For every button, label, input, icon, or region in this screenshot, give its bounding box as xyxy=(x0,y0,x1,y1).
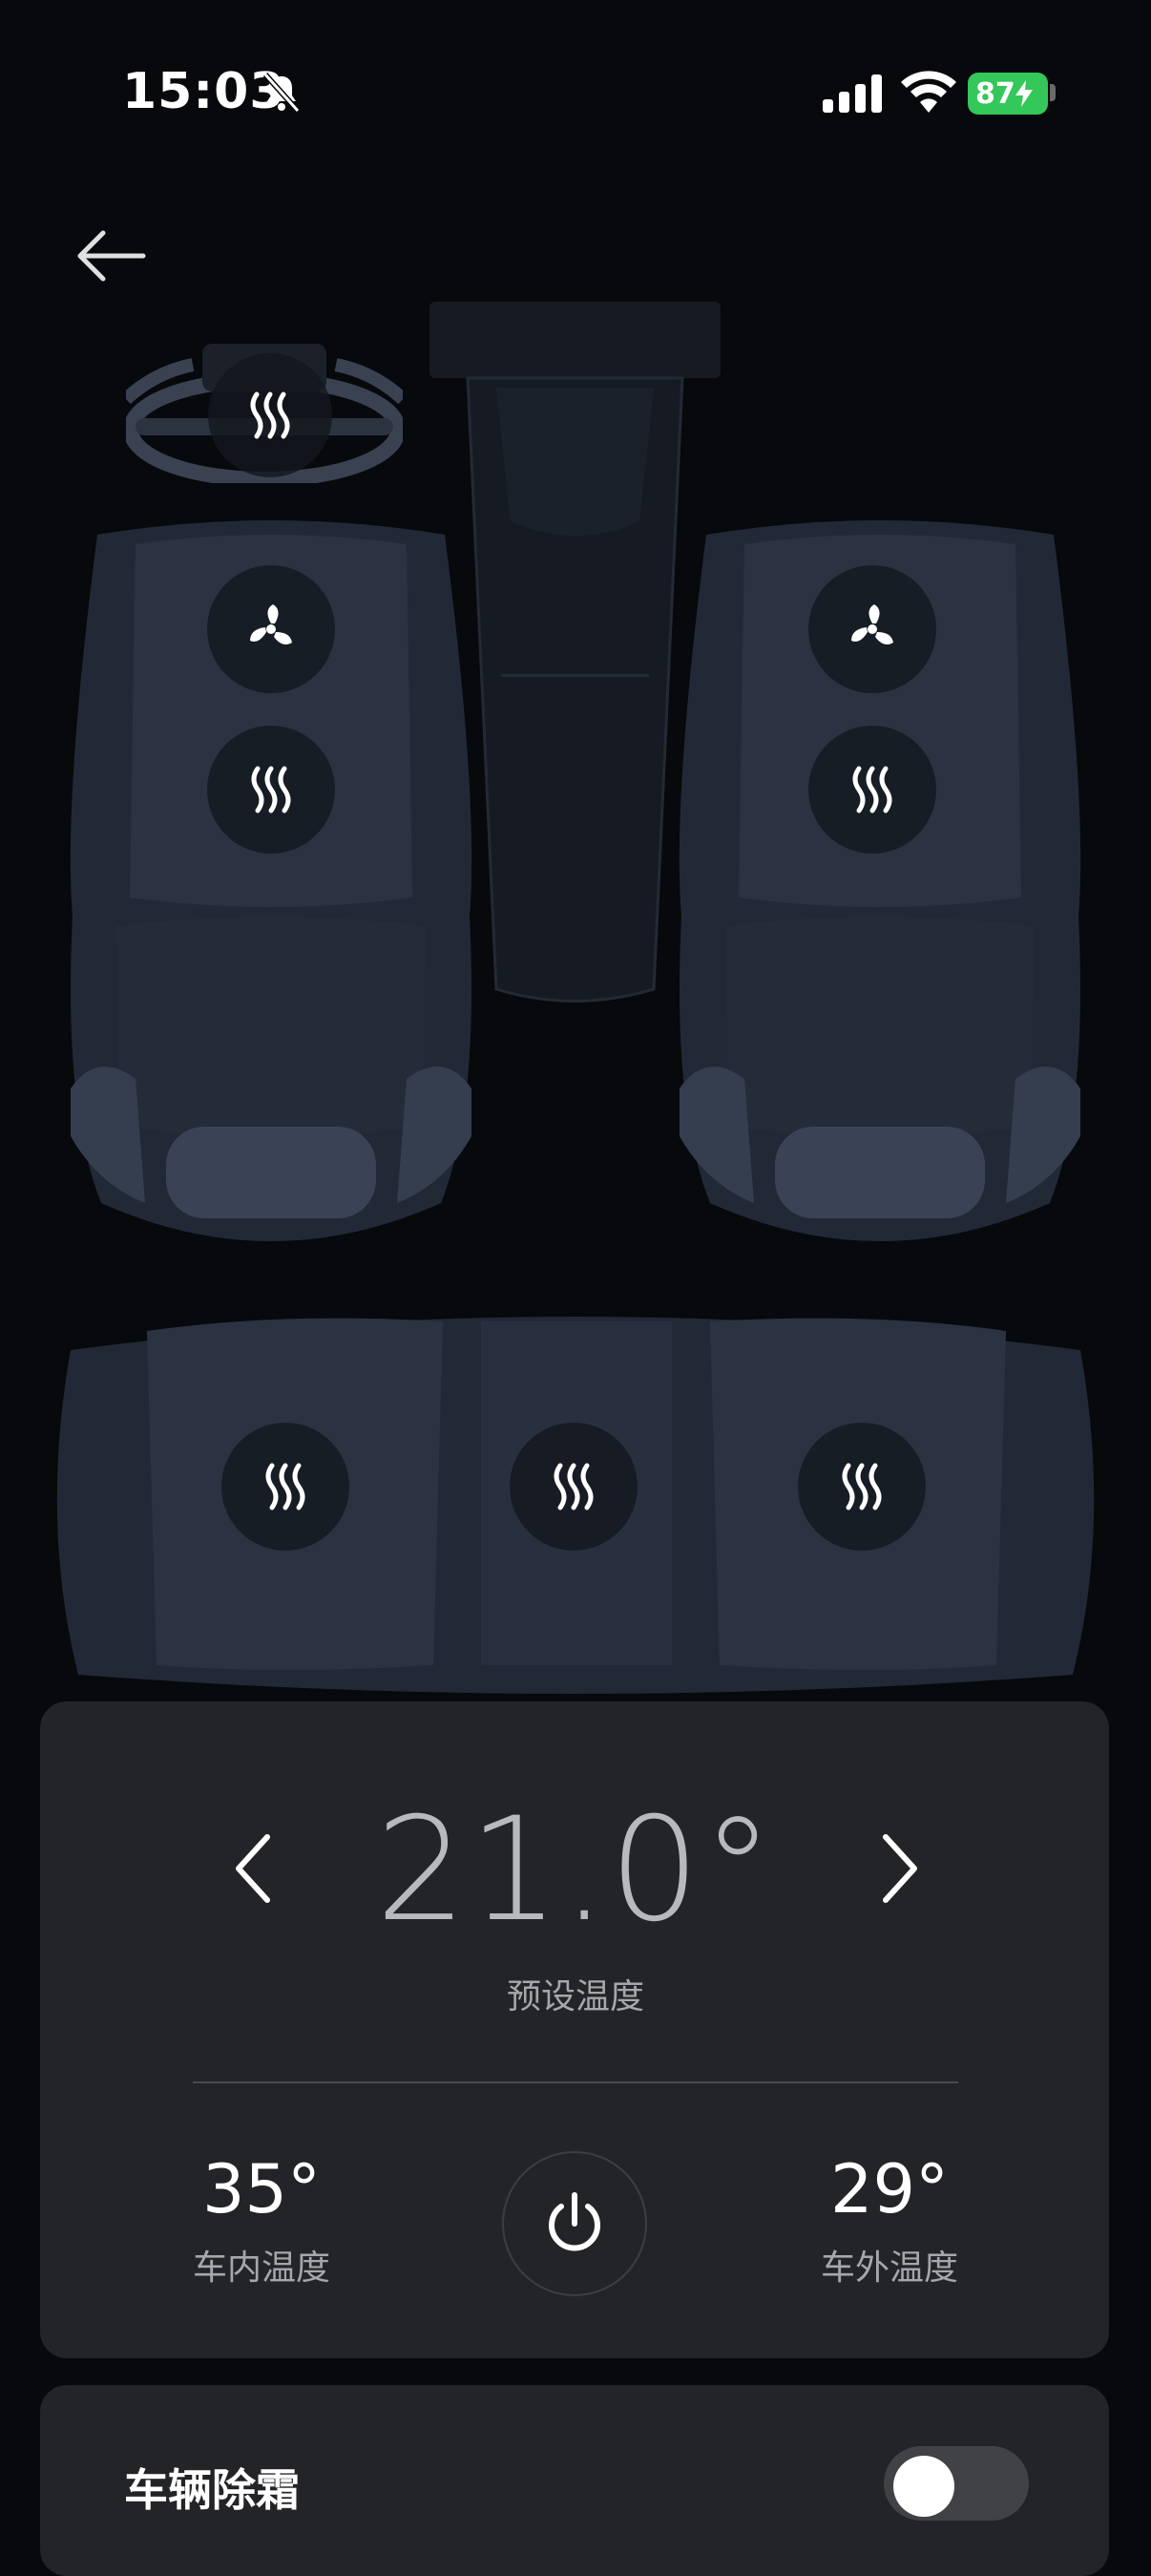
battery-percent: 87 xyxy=(975,76,1015,111)
defrost-toggle-knob[interactable] xyxy=(893,2456,954,2517)
front-left-heat-button[interactable] xyxy=(207,726,335,854)
heat-icon xyxy=(265,1463,305,1510)
heat-icon xyxy=(852,766,892,813)
battery-cap xyxy=(1050,84,1056,101)
back-arrow-icon[interactable] xyxy=(74,225,147,286)
outside-temperature-label: 车外温度 xyxy=(820,2249,958,2288)
card-divider xyxy=(193,2081,958,2083)
defrost-label: 车辆除霜 xyxy=(124,2464,300,2516)
front-right-heat-button[interactable] xyxy=(808,726,936,854)
bolt-icon xyxy=(1015,80,1033,107)
rear-left-heat-button[interactable] xyxy=(221,1423,349,1551)
heat-icon xyxy=(842,1463,882,1510)
fan-icon xyxy=(851,604,893,644)
heat-icon xyxy=(251,766,291,813)
steering-heat-button[interactable] xyxy=(208,353,332,477)
power-icon xyxy=(549,2192,600,2251)
outside-temperature-value: 29° xyxy=(829,2150,950,2228)
fan-icon xyxy=(250,604,292,644)
rear-center-heat-button[interactable] xyxy=(510,1423,638,1551)
preset-temperature-label: 预设温度 xyxy=(506,1977,644,2016)
rear-right-heat-button[interactable] xyxy=(798,1423,926,1551)
front-left-fan-button[interactable] xyxy=(207,565,335,693)
cellular-signal-icon xyxy=(823,74,882,113)
front-right-fan-button[interactable] xyxy=(808,565,936,693)
bell-slash-icon xyxy=(262,72,301,114)
inside-temperature-value: 35° xyxy=(201,2150,322,2228)
inside-temperature-label: 车内温度 xyxy=(192,2249,330,2288)
climate-power-button[interactable] xyxy=(502,2151,647,2296)
heat-icon xyxy=(554,1463,594,1510)
battery-charging-icon: 87 xyxy=(968,73,1048,115)
heat-icon xyxy=(250,391,290,439)
wifi-icon xyxy=(901,71,956,113)
preset-temperature-value: 21.0° xyxy=(375,1787,776,1953)
